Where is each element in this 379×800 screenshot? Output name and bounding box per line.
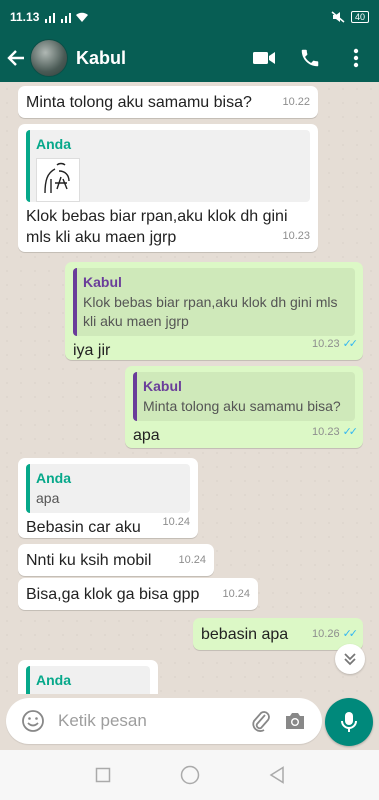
message-incoming-reply[interactable]: Anda bbox=[18, 660, 158, 694]
message-time: 10.23 ✓✓ bbox=[312, 422, 359, 443]
camera-button[interactable] bbox=[278, 704, 312, 738]
circle-home-icon[interactable] bbox=[180, 765, 200, 785]
triangle-back-icon[interactable] bbox=[269, 766, 285, 784]
message-input[interactable] bbox=[58, 711, 244, 731]
mute-icon bbox=[331, 11, 345, 23]
signal-icon bbox=[45, 13, 72, 23]
message-incoming[interactable]: Bisa,ga klok ga bisa gpp 10.24 bbox=[18, 578, 258, 610]
message-time: 10.22 bbox=[282, 96, 310, 108]
message-outgoing-reply[interactable]: Kabul Klok bebas biar rpan,aku klok dh g… bbox=[65, 262, 363, 360]
message-time: 10.23 ✓✓ bbox=[312, 334, 359, 355]
paperclip-icon bbox=[252, 711, 270, 732]
status-bar: 11.13 40 bbox=[0, 0, 379, 34]
message-time: 10.23 bbox=[282, 230, 310, 242]
quoted-sender: Kabul bbox=[143, 378, 182, 394]
quoted-sender: Anda bbox=[36, 672, 71, 688]
message-time: 10.26 ✓✓ bbox=[312, 624, 359, 645]
message-text: bebasin apa bbox=[201, 626, 289, 643]
scroll-to-bottom-button[interactable] bbox=[335, 644, 365, 674]
message-text: Bisa,ga klok ga bisa gpp bbox=[26, 586, 200, 603]
message-composer bbox=[0, 694, 379, 750]
message-incoming[interactable]: Nnti ku ksih mobil 10.24 bbox=[18, 544, 214, 576]
message-text: Nnti ku ksih mobil bbox=[26, 552, 152, 569]
message-incoming[interactable]: Minta tolong aku samamu bisa? 10.22 bbox=[18, 86, 318, 118]
voice-call-button[interactable] bbox=[287, 34, 333, 82]
message-outgoing[interactable]: bebasin apa 10.26 ✓✓ bbox=[193, 618, 363, 650]
camera-icon bbox=[286, 713, 304, 729]
attach-button[interactable] bbox=[244, 704, 278, 738]
message-text: Bebasin car aku bbox=[26, 519, 141, 536]
quoted-message[interactable]: Kabul Klok bebas biar rpan,aku klok dh g… bbox=[73, 268, 355, 336]
avatar[interactable] bbox=[30, 39, 68, 77]
message-time: 10.24 bbox=[178, 554, 206, 566]
wifi-icon bbox=[76, 12, 89, 22]
quoted-sender: Anda bbox=[36, 470, 71, 486]
quoted-sticker-thumbnail bbox=[36, 158, 80, 202]
sticker-drawing bbox=[44, 162, 70, 194]
message-time: 10.24 bbox=[162, 516, 190, 528]
mic-icon bbox=[341, 712, 357, 732]
read-ticks-icon: ✓✓ bbox=[342, 338, 359, 350]
voice-record-button[interactable] bbox=[325, 698, 373, 746]
quoted-sender: Kabul bbox=[83, 274, 122, 290]
video-call-button[interactable] bbox=[241, 34, 287, 82]
quoted-text: apa bbox=[36, 490, 60, 506]
message-text: iya jir bbox=[73, 342, 111, 359]
chat-area[interactable]: Minta tolong aku samamu bisa? 10.22 Anda… bbox=[0, 82, 379, 694]
message-incoming-reply[interactable]: Anda Klok bebas biar rpan,aku klok dh gi… bbox=[18, 124, 318, 252]
message-text: apa bbox=[133, 427, 160, 444]
square-recent-icon[interactable] bbox=[95, 767, 111, 783]
emoji-icon bbox=[22, 710, 44, 732]
quoted-message[interactable]: Anda bbox=[26, 666, 150, 694]
video-call-icon bbox=[253, 52, 275, 64]
message-text: Minta tolong aku samamu bisa? bbox=[26, 94, 252, 111]
read-ticks-icon: ✓✓ bbox=[342, 628, 359, 640]
battery-icon: 40 bbox=[350, 11, 369, 23]
more-options-button[interactable] bbox=[333, 34, 379, 82]
system-navigation-bar bbox=[0, 750, 379, 800]
emoji-button[interactable] bbox=[16, 704, 50, 738]
back-button[interactable] bbox=[2, 34, 30, 82]
status-time: 11.13 bbox=[10, 10, 40, 24]
message-input-container bbox=[6, 698, 322, 744]
more-vert-icon bbox=[353, 48, 359, 68]
quoted-message[interactable]: Anda apa bbox=[26, 464, 190, 513]
arrow-left-icon bbox=[7, 50, 24, 66]
read-ticks-icon: ✓✓ bbox=[342, 426, 359, 438]
quoted-message[interactable]: Kabul Minta tolong aku samamu bisa? bbox=[133, 372, 355, 421]
quoted-message[interactable]: Anda bbox=[26, 130, 310, 202]
double-chevron-down-icon bbox=[344, 653, 356, 666]
message-text: Klok bebas biar rpan,aku klok dh gini ml… bbox=[26, 208, 288, 246]
quoted-text: Klok bebas biar rpan,aku klok dh gini ml… bbox=[83, 294, 338, 329]
contact-name[interactable]: Kabul bbox=[76, 48, 126, 69]
message-outgoing-reply[interactable]: Kabul Minta tolong aku samamu bisa? apa … bbox=[125, 366, 363, 448]
quoted-sender: Anda bbox=[36, 136, 71, 152]
phone-icon bbox=[301, 49, 319, 67]
chat-header: Kabul bbox=[0, 34, 379, 82]
message-time: 10.24 bbox=[222, 588, 250, 600]
message-incoming-reply[interactable]: Anda apa Bebasin car aku 10.24 bbox=[18, 458, 198, 538]
quoted-text: Minta tolong aku samamu bisa? bbox=[143, 398, 341, 414]
